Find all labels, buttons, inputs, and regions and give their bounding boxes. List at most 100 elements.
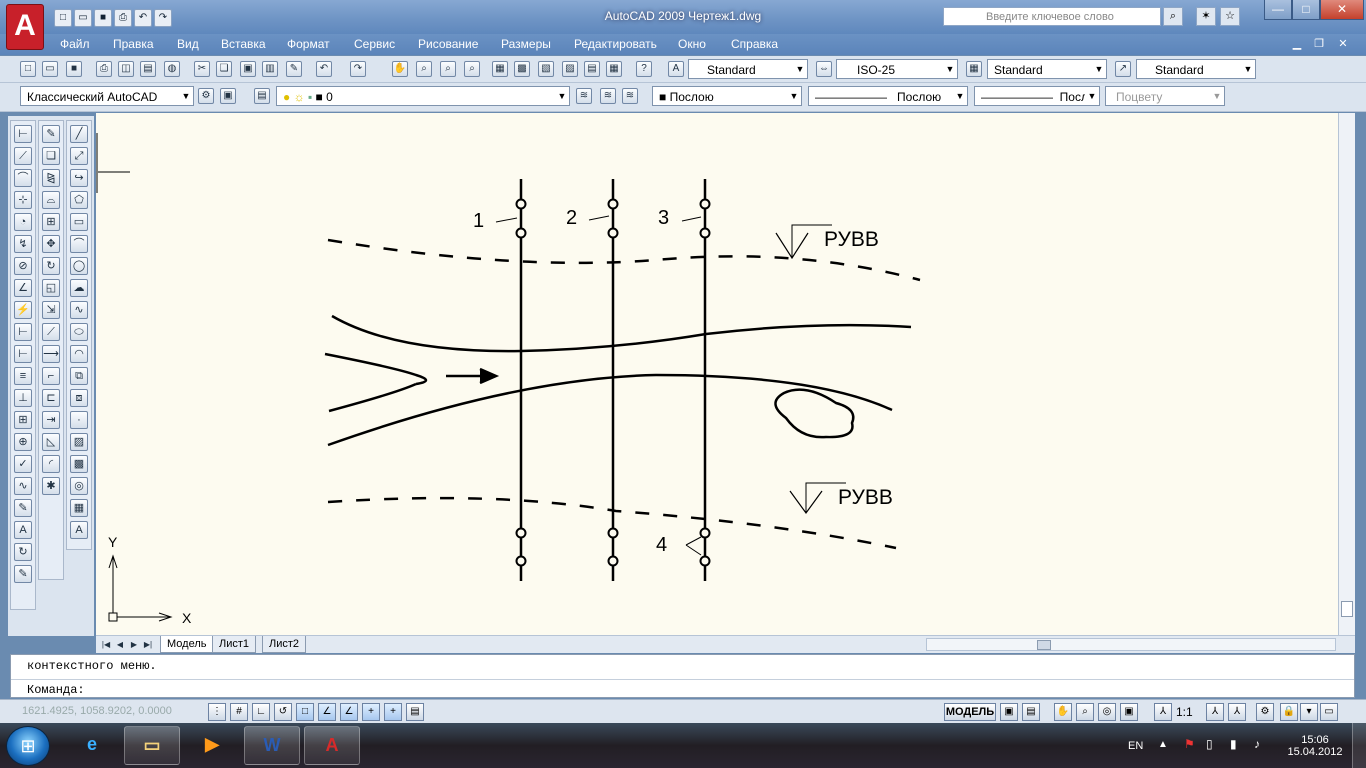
hatch-icon[interactable]: ▨	[70, 433, 88, 451]
menu-edit[interactable]: Правка	[113, 37, 154, 51]
region-icon[interactable]: ◎	[70, 477, 88, 495]
action-center-icon[interactable]: ⚑	[1184, 737, 1195, 751]
volume-icon[interactable]: ♪	[1254, 737, 1260, 751]
stretch-icon[interactable]: ⇲	[42, 301, 60, 319]
maximize-button[interactable]: □	[1292, 0, 1320, 20]
explode-icon[interactable]: ✱	[42, 477, 60, 495]
paste-icon[interactable]: ▣	[240, 61, 256, 77]
search-icon[interactable]: ⌕	[1163, 7, 1183, 26]
menu-format[interactable]: Формат	[287, 37, 330, 51]
trim-icon[interactable]: ⟋	[42, 323, 60, 341]
tab-model[interactable]: Модель	[160, 636, 214, 653]
arc-length-icon[interactable]: ⌒	[14, 169, 32, 187]
redo-list-icon[interactable]: ↷	[350, 61, 366, 77]
snap-icon[interactable]: ⋮	[208, 703, 226, 721]
otrack-icon[interactable]: ∠	[318, 703, 336, 721]
pan-status-icon[interactable]: ✋	[1054, 703, 1072, 721]
offset-icon[interactable]: ⌓	[42, 191, 60, 209]
point-icon[interactable]: ·	[70, 411, 88, 429]
plotstyle-select[interactable]: Поцвету ▼	[1105, 86, 1225, 106]
inspect-icon[interactable]: ✓	[14, 455, 32, 473]
gradient-icon[interactable]: ▩	[70, 455, 88, 473]
block-editor-icon[interactable]: ✎	[286, 61, 302, 77]
zoom-realtime-icon[interactable]: ⌕	[416, 61, 432, 77]
clock[interactable]: 15:06 15.04.2012	[1285, 734, 1345, 758]
help-icon[interactable]: ?	[636, 61, 652, 77]
jogged-linear-icon[interactable]: ∿	[14, 477, 32, 495]
dim-text-edit-icon[interactable]: A	[14, 521, 32, 539]
pan-icon[interactable]: ✋	[392, 61, 408, 77]
device-icon[interactable]: ▯	[1206, 737, 1213, 751]
zoom-status-icon[interactable]: ⌕	[1076, 703, 1094, 721]
prev-tab-icon[interactable]: ◀	[114, 638, 126, 651]
rotate-icon[interactable]: ↻	[42, 257, 60, 275]
aligned-dim-icon[interactable]: ⟋	[14, 147, 32, 165]
annotation-visibility-icon[interactable]: ⅄	[1206, 703, 1224, 721]
ordinate-icon[interactable]: ⊹	[14, 191, 32, 209]
linetype-select[interactable]: —————— Послою ▼	[808, 86, 968, 106]
command-window[interactable]: контекстного меню. Команда:	[10, 654, 1355, 698]
polyline-icon[interactable]: ↪	[70, 169, 88, 187]
ducs-icon[interactable]: ∠	[340, 703, 358, 721]
menu-view[interactable]: Вид	[177, 37, 199, 51]
workspace-settings-icon[interactable]: ⚙	[198, 88, 214, 104]
move-icon[interactable]: ✥	[42, 235, 60, 253]
show-desktop-button[interactable]	[1352, 723, 1366, 768]
polar-icon[interactable]: ↺	[274, 703, 292, 721]
dim-style-select[interactable]: ISO-25 ▼	[836, 59, 958, 79]
status-menu-icon[interactable]: ▾	[1300, 703, 1318, 721]
sheet-set-icon[interactable]: ▨	[562, 61, 578, 77]
ellipse-arc-icon[interactable]: ◠	[70, 345, 88, 363]
annotation-scale[interactable]: 1:1	[1176, 705, 1193, 719]
dyn-icon[interactable]: +	[362, 703, 380, 721]
zoom-previous-icon[interactable]: ⌕	[464, 61, 480, 77]
layer-previous-icon[interactable]: ≋	[600, 88, 616, 104]
match-properties-icon[interactable]: ▥	[262, 61, 278, 77]
menu-dimension[interactable]: Размеры	[501, 37, 551, 51]
spline-icon[interactable]: ∿	[70, 301, 88, 319]
layer-state-icon[interactable]: ≋	[622, 88, 638, 104]
table-style-select[interactable]: Standard ▼	[987, 59, 1107, 79]
communication-center-icon[interactable]: ✶	[1196, 7, 1216, 26]
tab-layout1[interactable]: Лист1	[212, 636, 257, 653]
tray-expand-icon[interactable]: ▲	[1158, 739, 1168, 750]
properties-icon[interactable]: ▦	[492, 61, 508, 77]
menu-window[interactable]: Окно	[678, 37, 706, 51]
showmotion-icon[interactable]: ▣	[1120, 703, 1138, 721]
open-file-icon[interactable]: ▭	[42, 61, 58, 77]
mirror-icon[interactable]: ⧎	[42, 169, 60, 187]
design-center-icon[interactable]: ▩	[514, 61, 530, 77]
tolerance-icon[interactable]: ⊞	[14, 411, 32, 429]
diameter-icon[interactable]: ⊘	[14, 257, 32, 275]
autocad-taskbar-icon[interactable]: A	[304, 726, 360, 765]
media-player-taskbar-icon[interactable]: ▶	[184, 726, 240, 765]
steering-wheel-icon[interactable]: ◎	[1098, 703, 1116, 721]
angular-icon[interactable]: ∠	[14, 279, 32, 297]
start-button[interactable]: ⊞	[6, 726, 50, 766]
color-select[interactable]: ■ Послою ▼	[652, 86, 802, 106]
coordinates-readout[interactable]: 1621.4925, 1058.9202, 0.0000	[22, 705, 172, 717]
chamfer-icon[interactable]: ◺	[42, 433, 60, 451]
close-button[interactable]: ✕	[1320, 0, 1364, 20]
mleader-style-icon[interactable]: ↗	[1115, 61, 1131, 77]
menu-help[interactable]: Справка	[731, 37, 778, 51]
arc-icon[interactable]: ⌒	[70, 235, 88, 253]
construction-line-icon[interactable]: ⤢	[70, 147, 88, 165]
doc-minimize-icon[interactable]: ▁	[1290, 38, 1304, 51]
workspace-select[interactable]: Классический AutoCAD ▼	[20, 86, 194, 106]
last-tab-icon[interactable]: ▶|	[142, 638, 154, 651]
circle-icon[interactable]: ◯	[70, 257, 88, 275]
first-tab-icon[interactable]: |◀	[100, 638, 112, 651]
application-menu-button[interactable]: A	[6, 4, 44, 50]
table-style-icon[interactable]: ▦	[966, 61, 982, 77]
dim-style-icon[interactable]: ⇔	[816, 61, 832, 77]
language-indicator[interactable]: EN	[1128, 740, 1143, 752]
make-block-icon[interactable]: ⧈	[70, 389, 88, 407]
insert-block-icon[interactable]: ⧉	[70, 367, 88, 385]
continue-icon[interactable]: ⊢	[14, 345, 32, 363]
array-icon[interactable]: ⊞	[42, 213, 60, 231]
quick-properties-icon[interactable]: ▤	[406, 703, 424, 721]
horizontal-scrollbar[interactable]	[926, 638, 1336, 651]
qnew-icon[interactable]: □	[20, 61, 36, 77]
radius-icon[interactable]: ◔	[14, 213, 32, 231]
